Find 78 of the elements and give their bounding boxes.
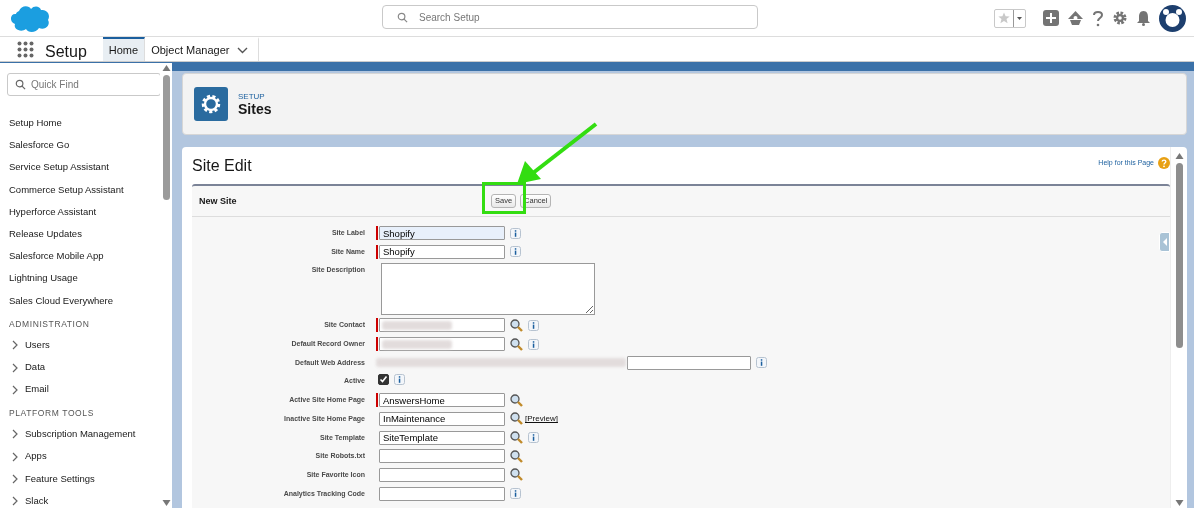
text-field[interactable] <box>379 486 505 501</box>
scroll-down-icon[interactable] <box>161 498 171 508</box>
text-field[interactable]: InMaintenance <box>379 411 505 426</box>
scroll-up-icon[interactable] <box>1174 151 1184 161</box>
checkbox[interactable] <box>378 374 389 386</box>
text-field[interactable] <box>627 355 751 370</box>
page-title: Sites <box>238 100 272 117</box>
sidebar-item[interactable]: Hyperforce Assistant <box>7 200 160 223</box>
magnifier-icon[interactable] <box>510 393 523 407</box>
sidebar-item[interactable]: Apps <box>7 445 160 468</box>
magnifier-icon[interactable] <box>510 449 523 463</box>
text-field[interactable]: AnswersHome <box>379 393 505 408</box>
scrollbar-thumb[interactable] <box>162 75 170 200</box>
magnifier-icon[interactable] <box>510 468 523 482</box>
preview-link[interactable]: [Preview] <box>525 414 558 424</box>
settings-icon <box>194 87 228 121</box>
sidebar-item[interactable]: Feature Settings <box>7 467 160 490</box>
star-icon[interactable] <box>995 12 1013 24</box>
text-field[interactable] <box>379 467 505 482</box>
sidebar-item[interactable]: Release Updates <box>7 222 160 246</box>
sidebar-item[interactable]: Lightning Usage <box>7 267 160 290</box>
plus-icon[interactable] <box>1043 10 1059 26</box>
text-field[interactable]: SiteTemplate <box>379 430 505 445</box>
scrollbar-thumb[interactable] <box>1175 163 1183 348</box>
page-eyebrow: SETUP <box>238 91 266 101</box>
magnifier-icon[interactable] <box>510 318 523 332</box>
magnifier-icon[interactable] <box>510 412 523 426</box>
text-area[interactable] <box>381 263 595 316</box>
collapse-handle[interactable] <box>1159 232 1170 252</box>
app-name: Setup <box>45 43 87 61</box>
settings-icon[interactable] <box>1112 10 1128 26</box>
caret-icon[interactable] <box>237 46 249 54</box>
bell-icon[interactable] <box>1136 10 1151 26</box>
info-icon[interactable] <box>510 246 521 258</box>
nav-tab[interactable]: Home <box>102 37 146 61</box>
sidebar-heading: PLATFORM TOOLS <box>8 406 95 420</box>
avatar-icon[interactable] <box>1159 4 1186 32</box>
search-field[interactable]: Search Setup <box>382 5 758 29</box>
app-launcher-icon[interactable] <box>17 41 34 58</box>
sidebar-item[interactable]: Setup Home <box>7 112 160 135</box>
favorites-button[interactable] <box>994 8 1026 28</box>
sidebar-item[interactable]: Commerce Setup Assistant <box>7 178 160 201</box>
info-icon[interactable] <box>510 488 521 500</box>
search-icon <box>397 12 408 23</box>
sidebar-heading: ADMINISTRATION <box>8 317 91 331</box>
info-icon[interactable] <box>394 374 405 386</box>
info-icon[interactable] <box>528 319 539 331</box>
sidebar-item[interactable]: Data <box>7 356 160 379</box>
scroll-down-icon[interactable] <box>1174 498 1184 508</box>
sidebar-item[interactable]: Email <box>7 378 160 401</box>
text-field[interactable] <box>379 337 505 352</box>
sidebar-item[interactable]: Slack <box>7 489 160 508</box>
sidebar-item[interactable]: Sales Cloud Everywhere <box>7 289 160 312</box>
text-field[interactable] <box>379 449 505 464</box>
sidebar-item[interactable]: Subscription Management <box>7 422 160 446</box>
info-icon[interactable] <box>528 338 539 350</box>
sidebar-item[interactable]: Service Setup Assistant <box>7 156 160 179</box>
info-icon[interactable] <box>528 432 539 443</box>
search-icon <box>15 79 26 90</box>
sidebar-item[interactable]: Salesforce Go <box>7 134 160 157</box>
sidebar-item[interactable]: Users <box>7 333 160 357</box>
section-title: New Site <box>198 196 238 206</box>
help-icon[interactable] <box>1092 9 1104 27</box>
magnifier-icon[interactable] <box>510 337 523 351</box>
highlight-frame <box>482 182 526 214</box>
caret-icon[interactable] <box>1013 9 1025 27</box>
text-field[interactable]: Shopify <box>379 244 505 259</box>
text-field[interactable]: Shopify <box>379 226 505 240</box>
sidebar-item[interactable]: Salesforce Mobile App <box>7 245 160 268</box>
panel-title: Site Edit <box>192 156 252 175</box>
cloud-logo[interactable] <box>9 3 51 33</box>
nav-tab[interactable]: Object Manager <box>145 37 260 61</box>
magnifier-icon[interactable] <box>510 431 523 444</box>
text-field[interactable] <box>379 318 505 333</box>
info-icon[interactable] <box>510 227 521 239</box>
quick-find-field[interactable]: Quick Find <box>7 73 160 96</box>
info-icon[interactable] <box>756 357 767 369</box>
scroll-up-icon[interactable] <box>161 63 171 73</box>
